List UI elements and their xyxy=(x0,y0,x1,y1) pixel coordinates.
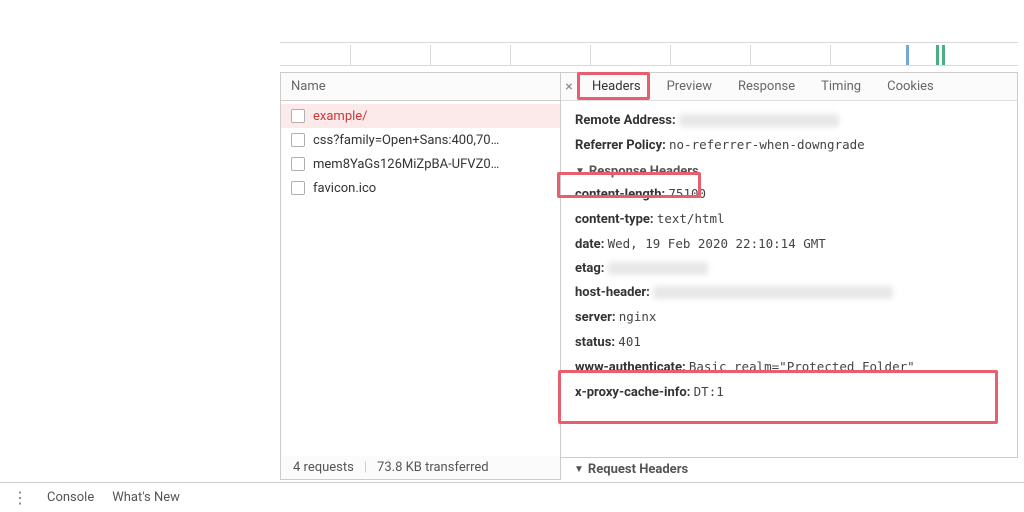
header-row: x-proxy-cache-info: DT:1 xyxy=(575,380,1003,405)
network-summary-bar: 4 requests | 73.8 KB transferred xyxy=(280,456,561,480)
redacted-value xyxy=(608,262,708,275)
initiator-icon xyxy=(291,181,305,195)
tab-preview[interactable]: Preview xyxy=(654,73,725,101)
drawer-tab-whats-new[interactable]: What's New xyxy=(112,490,180,505)
redacted-value xyxy=(653,286,893,299)
timeline-bar xyxy=(936,45,939,65)
initiator-icon xyxy=(291,157,305,171)
referrer-policy-value: no-referrer-when-downgrade xyxy=(669,137,865,152)
request-list: example/ css?family=Open+Sans:400,70… me… xyxy=(281,101,560,203)
remote-address-row: Remote Address: xyxy=(575,109,1003,133)
tab-cookies[interactable]: Cookies xyxy=(874,73,947,101)
remote-address-label: Remote Address: xyxy=(575,113,676,128)
request-row[interactable]: favicon.ico xyxy=(281,176,560,200)
detail-tabs: Headers Preview Response Timing Cookies xyxy=(561,73,1017,101)
request-name: favicon.ico xyxy=(313,181,376,196)
header-row: content-length: 75100 xyxy=(575,182,1003,207)
initiator-icon xyxy=(291,133,305,147)
timeline-bar xyxy=(942,45,945,65)
headers-content: Remote Address: Referrer Policy: no-refe… xyxy=(561,101,1017,457)
request-row[interactable]: mem8YaGs126MiZpBA-UFVZ0… xyxy=(281,152,560,176)
request-detail-panel: × Headers Preview Response Timing Cookie… xyxy=(561,72,1018,458)
kebab-menu-icon[interactable]: ⋮ xyxy=(12,488,29,507)
chevron-down-icon: ▼ xyxy=(574,464,584,475)
drawer: ⋮ Console What's New xyxy=(0,482,1024,512)
request-row[interactable]: css?family=Open+Sans:400,70… xyxy=(281,128,560,152)
referrer-policy-row: Referrer Policy: no-referrer-when-downgr… xyxy=(575,133,1003,158)
close-icon[interactable]: × xyxy=(560,73,578,101)
request-headers-section[interactable]: ▼ Request Headers xyxy=(560,458,1018,480)
header-row-status: status: 401 xyxy=(575,330,1003,355)
header-row: server: nginx xyxy=(575,305,1003,330)
response-headers-section[interactable]: ▼ Response Headers xyxy=(575,164,1003,179)
request-name: css?family=Open+Sans:400,70… xyxy=(313,133,499,148)
tab-headers[interactable]: Headers xyxy=(579,73,654,101)
header-row: content-type: text/html xyxy=(575,207,1003,232)
transferred-size: 73.8 KB transferred xyxy=(377,460,489,475)
initiator-icon xyxy=(291,109,305,123)
request-row[interactable]: example/ xyxy=(281,104,560,128)
timeline-bar xyxy=(906,45,909,65)
request-name: mem8YaGs126MiZpBA-UFVZ0… xyxy=(313,157,499,172)
redacted-value xyxy=(679,114,839,127)
request-list-panel: Name example/ css?family=Open+Sans:400,7… xyxy=(280,72,561,458)
devtools-viewport: Name example/ css?family=Open+Sans:400,7… xyxy=(0,0,1024,512)
overview-timeline[interactable] xyxy=(280,42,1018,66)
response-headers-label: Response Headers xyxy=(589,164,699,179)
header-row: date: Wed, 19 Feb 2020 22:10:14 GMT xyxy=(575,232,1003,257)
tab-timing[interactable]: Timing xyxy=(808,73,874,101)
header-row-www-authenticate: www-authenticate: Basic realm="Protected… xyxy=(575,355,1003,380)
header-row: host-header: xyxy=(575,281,1003,305)
drawer-tab-console[interactable]: Console xyxy=(47,490,94,505)
request-name: example/ xyxy=(313,109,368,124)
chevron-down-icon: ▼ xyxy=(575,166,585,177)
tab-response[interactable]: Response xyxy=(725,73,808,101)
referrer-policy-label: Referrer Policy: xyxy=(575,138,666,153)
requests-count: 4 requests xyxy=(293,460,354,475)
request-headers-label: Request Headers xyxy=(588,462,688,477)
header-row: etag: xyxy=(575,257,1003,281)
name-column-header[interactable]: Name xyxy=(281,73,560,101)
